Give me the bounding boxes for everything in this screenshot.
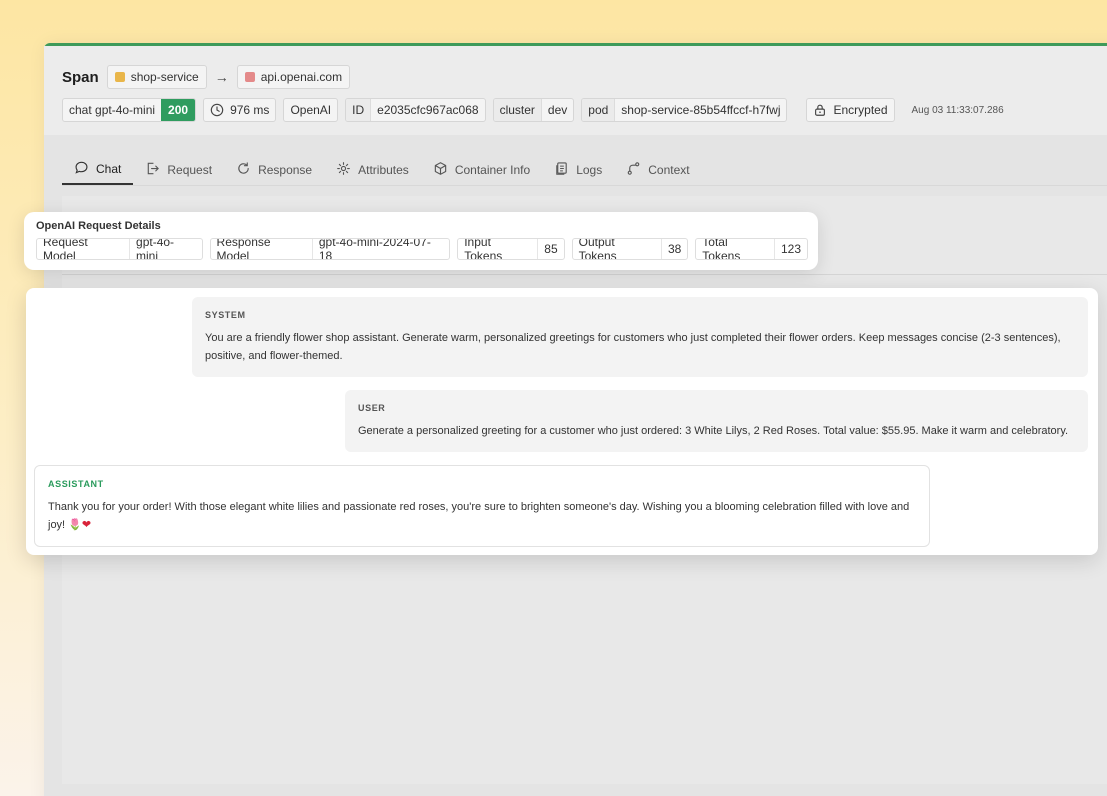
- target-service-color-icon: [244, 72, 255, 82]
- response-model-value: gpt-4o-mini-2024-07-18: [318, 238, 431, 260]
- assistant-message-body: Thank you for your order! With those ele…: [48, 498, 916, 534]
- tab-response-label: Response: [258, 162, 313, 177]
- source-service-chip[interactable]: shop-service: [106, 65, 207, 89]
- provider-value: OpenAI: [290, 103, 332, 117]
- span-tags-row: chat gpt-4o-mini 200 976 ms OpenAI ID e2…: [62, 98, 1004, 122]
- page-title: Span: [62, 68, 99, 86]
- pod-tag[interactable]: pod shop-service-85b54ffccf-h7fwj: [581, 98, 788, 122]
- duration-tag[interactable]: 976 ms: [203, 98, 277, 122]
- request-arrow-icon: [145, 161, 160, 179]
- output-tokens-tag[interactable]: Output Tokens 38: [571, 238, 689, 260]
- details-row: Request Model gpt-4o-mini Response Model…: [36, 238, 808, 260]
- gear-icon: [336, 161, 351, 179]
- span-title-row: Span shop-service → api.openai.com: [62, 65, 351, 89]
- encrypted-label: Encrypted: [833, 103, 888, 117]
- span-timestamp: Aug 03 11:33:07.286: [911, 104, 1004, 116]
- operation-label: chat gpt-4o-mini: [69, 103, 156, 117]
- output-tokens-value: 38: [667, 242, 682, 256]
- status-badge: 200: [161, 99, 196, 121]
- tab-attributes-label: Attributes: [358, 162, 409, 177]
- tab-response[interactable]: Response: [224, 154, 324, 185]
- clock-icon: [204, 99, 224, 121]
- content-divider: [62, 274, 1107, 275]
- tab-chat[interactable]: Chat: [62, 154, 134, 185]
- total-tokens-tag[interactable]: Total Tokens 123: [695, 238, 808, 260]
- pod-value: shop-service-85b54ffccf-h7fwj: [621, 103, 781, 117]
- assistant-message-text: Thank you for your order! With those ele…: [48, 501, 910, 531]
- response-model-tag[interactable]: Response Model gpt-4o-mini-2024-07-18: [209, 238, 451, 260]
- cluster-value: dev: [547, 103, 568, 117]
- span-header: Span shop-service → api.openai.com chat …: [44, 46, 1107, 135]
- cube-icon: [433, 161, 448, 179]
- chat-transcript-panel: SYSTEM You are a friendly flower shop as…: [26, 288, 1098, 555]
- source-service-color-icon: [114, 72, 125, 82]
- response-model-label: Response Model: [211, 239, 313, 259]
- chat-bubble-icon: [74, 160, 89, 178]
- openai-request-details-panel: OpenAI Request Details Request Model gpt…: [24, 212, 818, 270]
- id-label: ID: [346, 99, 372, 121]
- assistant-role-label: ASSISTANT: [48, 479, 104, 489]
- tab-logs-label: Logs: [576, 162, 603, 177]
- input-tokens-value: 85: [544, 242, 558, 256]
- tab-context[interactable]: Context: [614, 154, 701, 185]
- cluster-tag[interactable]: cluster dev: [492, 98, 575, 122]
- refresh-icon: [236, 161, 251, 179]
- source-service-label: shop-service: [130, 70, 199, 84]
- system-role-label: SYSTEM: [205, 310, 246, 320]
- tab-container-info-label: Container Info: [454, 162, 531, 177]
- user-role-label: USER: [358, 403, 386, 413]
- lock-icon: [807, 99, 827, 121]
- tab-request-label: Request: [167, 162, 213, 177]
- id-tag[interactable]: ID e2035cfc967ac068: [345, 98, 486, 122]
- user-message-text: Generate a personalized greeting for a c…: [358, 425, 1069, 437]
- assistant-message: ASSISTANT Thank you for your order! With…: [34, 465, 930, 547]
- tab-chat-label: Chat: [96, 161, 122, 176]
- tab-logs[interactable]: Logs: [542, 154, 614, 185]
- operation-tag[interactable]: chat gpt-4o-mini 200: [62, 98, 197, 122]
- request-model-tag[interactable]: Request Model gpt-4o-mini: [36, 238, 203, 260]
- provider-tag[interactable]: OpenAI: [283, 98, 339, 122]
- tulip-icon: 🌷: [68, 519, 82, 531]
- target-service-chip[interactable]: api.openai.com: [236, 65, 351, 89]
- output-tokens-label: Output Tokens: [573, 239, 662, 259]
- id-value: e2035cfc967ac068: [377, 103, 479, 117]
- tab-container-info[interactable]: Container Info: [421, 154, 542, 185]
- cluster-label: cluster: [493, 99, 542, 121]
- logs-icon: [554, 161, 569, 179]
- system-message-text: You are a friendly flower shop assistant…: [205, 332, 1061, 362]
- tab-context-label: Context: [648, 162, 690, 177]
- target-service-label: api.openai.com: [260, 70, 343, 84]
- input-tokens-tag[interactable]: Input Tokens 85: [457, 238, 565, 260]
- pod-label: pod: [582, 99, 616, 121]
- encrypted-tag[interactable]: Encrypted: [806, 98, 895, 122]
- context-icon: [626, 161, 641, 179]
- request-model-value: gpt-4o-mini: [136, 238, 175, 260]
- tab-attributes[interactable]: Attributes: [324, 154, 421, 185]
- total-tokens-label: Total Tokens: [696, 239, 775, 259]
- user-message: USER Generate a personalized greeting fo…: [345, 390, 1088, 452]
- system-message: SYSTEM You are a friendly flower shop as…: [192, 297, 1088, 377]
- heart-icon: ❤: [81, 519, 92, 531]
- duration-value: 976 ms: [230, 103, 270, 117]
- details-title: OpenAI Request Details: [36, 220, 161, 232]
- total-tokens-value: 123: [780, 242, 801, 256]
- span-tabs: Chat Request Response Attributes Contain…: [62, 154, 1107, 186]
- tab-request[interactable]: Request: [133, 154, 224, 185]
- input-tokens-label: Input Tokens: [458, 239, 539, 259]
- request-model-label: Request Model: [37, 239, 131, 259]
- arrow-right-icon: →: [214, 69, 229, 85]
